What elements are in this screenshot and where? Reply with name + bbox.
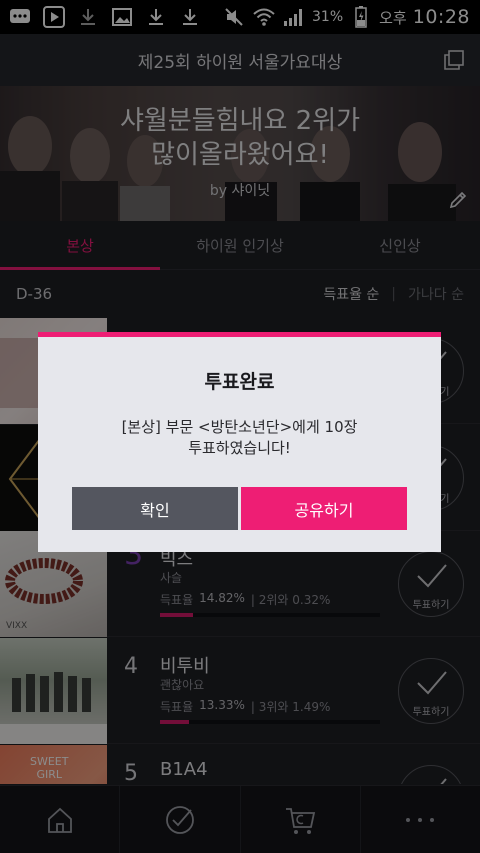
app-screen: { "status_bar": { "battery_percent": "31…	[0, 0, 480, 853]
vote-complete-dialog: 투표완료 [본상] 부문 <방탄소년단>에게 10장 투표하였습니다! 확인 공…	[38, 332, 441, 552]
dialog-title: 투표완료	[204, 371, 275, 393]
dialog-message-line2: 투표하였습니다!	[188, 439, 291, 457]
confirm-button[interactable]: 확인	[72, 487, 238, 530]
dialog-message-line1: [본상] 부문 <방탄소년단>에게 10장	[121, 418, 358, 436]
share-button[interactable]: 공유하기	[241, 487, 407, 530]
dialog-message: [본상] 부문 <방탄소년단>에게 10장 투표하였습니다!	[38, 417, 441, 459]
